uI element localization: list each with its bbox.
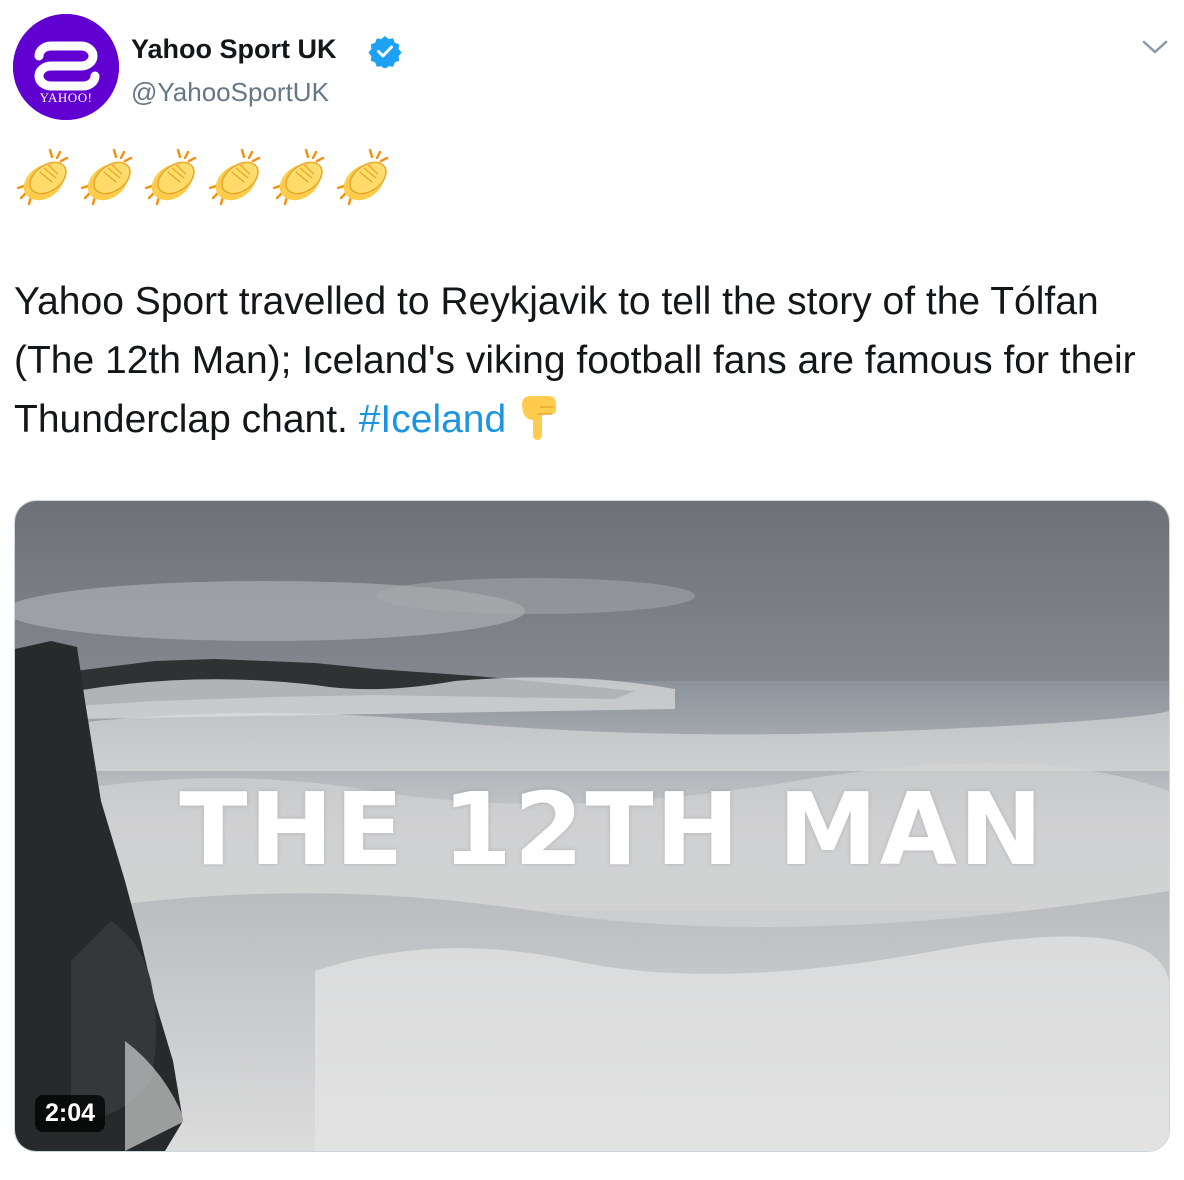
video-title-overlay: THE 12TH MAN [179,771,1045,888]
clapping-hands-icon [336,148,389,206]
clap-emoji-row [14,146,396,210]
video-duration-badge: 2:04 [35,1095,106,1132]
handle[interactable]: @YahooSportUK [131,77,329,108]
clapping-hands-icon [16,148,69,206]
clapping-hands-icon [80,148,133,206]
chevron-down-icon[interactable] [1140,36,1170,58]
clapping-hands-icon [144,148,197,206]
verified-badge-icon [368,36,402,68]
tweet-card: YAHOO! Yahoo Sport UK @YahooSportUK Yaho… [0,0,1184,1180]
display-name[interactable]: Yahoo Sport UK [131,34,337,65]
clapping-hands-icon [208,148,261,206]
pointing-down-icon [522,396,557,440]
avatar[interactable]: YAHOO! [13,14,119,120]
avatar-label: YAHOO! [39,90,93,105]
video-player[interactable]: THE 12TH MAN 2:04 [14,500,1170,1152]
tweet-text: Yahoo Sport travelled to Reykjavik to te… [14,272,1164,449]
hashtag-link[interactable]: #Iceland [359,398,506,441]
clapping-hands-icon [272,148,325,206]
tweet-body: Yahoo Sport travelled to Reykjavik to te… [14,280,1136,441]
